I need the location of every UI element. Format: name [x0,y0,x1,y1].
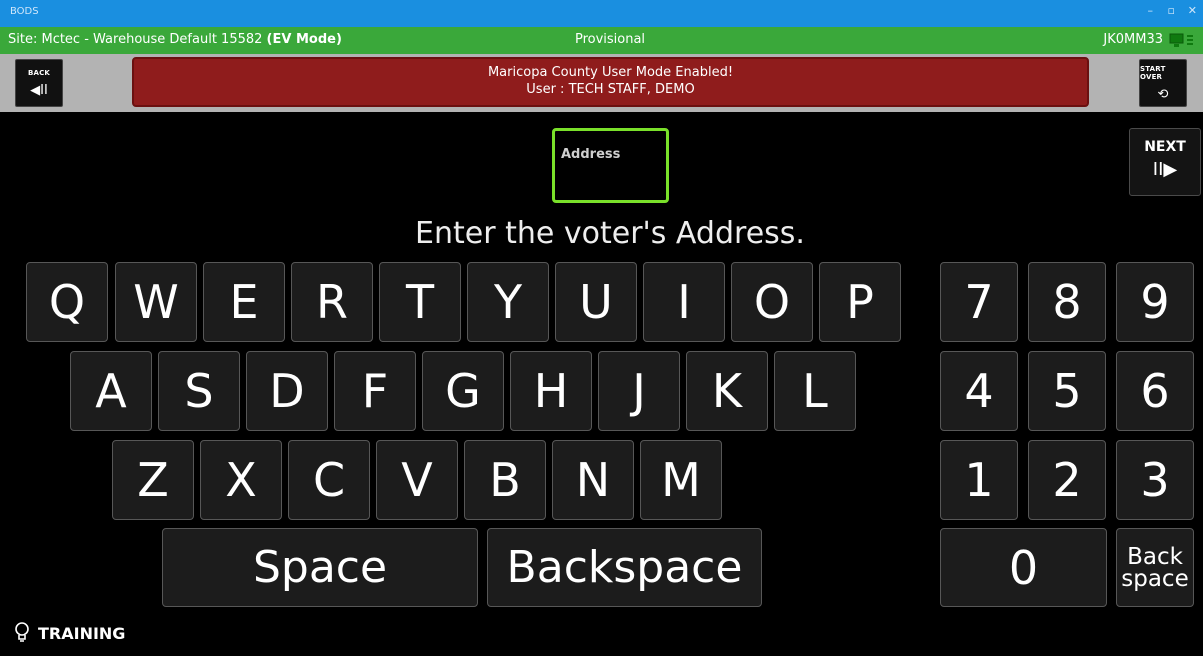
user-id: JK0MM33 [1103,32,1163,47]
maximize-icon[interactable]: ▫ [1168,4,1175,17]
key-o[interactable]: O [731,262,813,342]
key-2[interactable]: 2 [1028,440,1106,520]
user-mode-banner: Maricopa County User Mode Enabled! User … [132,57,1089,107]
key-p[interactable]: P [819,262,901,342]
next-icon: II▶ [1152,159,1178,180]
key-i[interactable]: I [643,262,725,342]
instruction-prompt: Enter the voter's Address. [415,216,805,251]
key-x[interactable]: X [200,440,282,520]
key-j[interactable]: J [598,351,680,431]
status-bar: Site: Mctec - Warehouse Default 15582 (E… [0,27,1203,54]
key-c[interactable]: C [288,440,370,520]
lightbulb-icon [15,622,29,642]
numpad-backspace-key[interactable]: Back space [1116,528,1194,607]
key-w[interactable]: W [115,262,197,342]
key-g[interactable]: G [422,351,504,431]
key-b[interactable]: B [464,440,546,520]
key-3[interactable]: 3 [1116,440,1194,520]
key-f[interactable]: F [334,351,416,431]
start-over-button[interactable]: START OVER ⟲ [1139,59,1187,107]
restart-icon: ⟲ [1157,86,1169,102]
minimize-icon[interactable]: – [1148,4,1154,17]
key-a[interactable]: A [70,351,152,431]
connection-icon [1169,33,1193,47]
key-m[interactable]: M [640,440,722,520]
back-button[interactable]: BACK ◀II [15,59,63,107]
key-h[interactable]: H [510,351,592,431]
key-k[interactable]: K [686,351,768,431]
header-band: BACK ◀II Maricopa County User Mode Enabl… [0,54,1203,112]
address-field-label: Address [561,147,621,162]
key-e[interactable]: E [203,262,285,342]
numpad-backspace-line1: Back [1127,543,1183,570]
space-key[interactable]: Space [162,528,478,607]
next-label: NEXT [1144,139,1186,155]
training-label: TRAINING [38,623,126,643]
close-icon[interactable]: ✕ [1188,4,1197,17]
key-q[interactable]: Q [26,262,108,342]
key-v[interactable]: V [376,440,458,520]
key-5[interactable]: 5 [1028,351,1106,431]
key-t[interactable]: T [379,262,461,342]
key-u[interactable]: U [555,262,637,342]
key-0[interactable]: 0 [940,528,1107,607]
numpad-backspace-line2: space [1121,565,1189,592]
app-title: BODS [10,6,39,17]
key-4[interactable]: 4 [940,351,1018,431]
banner-user: User : TECH STAFF, DEMO [526,82,695,97]
key-l[interactable]: L [774,351,856,431]
next-button[interactable]: NEXT II▶ [1129,128,1201,196]
key-6[interactable]: 6 [1116,351,1194,431]
key-n[interactable]: N [552,440,634,520]
address-field[interactable]: Address [552,128,669,203]
banner-title: Maricopa County User Mode Enabled! [487,65,734,80]
key-1[interactable]: 1 [940,440,1018,520]
key-s[interactable]: S [158,351,240,431]
back-icon: ◀II [30,82,48,98]
backspace-key[interactable]: Backspace [487,528,762,607]
back-label: BACK [27,68,51,77]
window-titlebar: BODS – ▫ ✕ [0,0,1203,27]
key-9[interactable]: 9 [1116,262,1194,342]
key-8[interactable]: 8 [1028,262,1106,342]
key-z[interactable]: Z [112,440,194,520]
key-d[interactable]: D [246,351,328,431]
training-indicator: TRAINING [14,622,125,644]
key-7[interactable]: 7 [940,262,1018,342]
start-over-label: START OVER [1140,64,1166,81]
status-state: Provisional [574,32,646,47]
key-r[interactable]: R [291,262,373,342]
key-y[interactable]: Y [467,262,549,342]
